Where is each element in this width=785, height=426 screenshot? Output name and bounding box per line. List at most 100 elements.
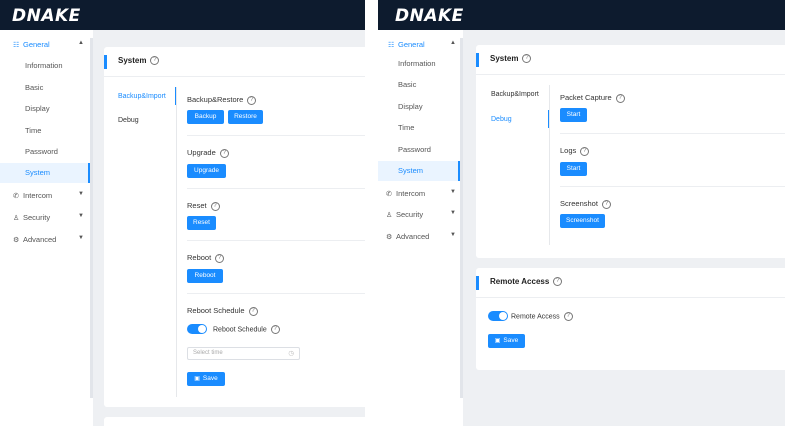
dnake-logo: DNAKE bbox=[395, 6, 464, 26]
chevron-down-icon: ▼ bbox=[450, 232, 456, 238]
question-circle-icon[interactable]: ? bbox=[219, 148, 229, 158]
page-title: System bbox=[118, 56, 147, 65]
system-card: System? Backup&Import Debug Packet Captu… bbox=[476, 45, 785, 258]
sidebar-group-general[interactable]: ☷ General bbox=[13, 40, 50, 49]
sidebar-scrollbar[interactable] bbox=[90, 38, 93, 398]
sidebar-item-system[interactable]: System bbox=[378, 161, 460, 181]
chevron-down-icon: ▼ bbox=[450, 189, 456, 195]
title-accent-bar bbox=[104, 55, 107, 69]
clock-icon: ◷ bbox=[288, 350, 294, 357]
question-circle-icon[interactable]: ? bbox=[215, 253, 225, 263]
packet-capture-title: Packet Capture bbox=[560, 93, 612, 102]
sidebar-group-intercom[interactable]: ✆ Intercom ▼ bbox=[386, 189, 456, 198]
grid-icon: ☷ bbox=[13, 42, 20, 49]
chevron-up-icon[interactable]: ▲ bbox=[78, 40, 84, 46]
sidebar-scrollbar[interactable] bbox=[460, 38, 463, 398]
tab-debug[interactable]: Debug bbox=[118, 117, 139, 124]
dnake-logo: DNAKE bbox=[12, 6, 81, 26]
reboot-schedule-title: Reboot Schedule bbox=[187, 306, 245, 315]
sidebar-item-time[interactable]: Time bbox=[378, 118, 460, 138]
right-screenshot-panel: DNAKE ☷ General ▲ Information Basic Displ… bbox=[378, 0, 785, 426]
sidebar-item-information[interactable]: Information bbox=[0, 56, 90, 76]
sidebar-item-basic[interactable]: Basic bbox=[0, 78, 90, 98]
title-accent-bar bbox=[476, 53, 479, 67]
question-circle-icon[interactable]: ? bbox=[563, 312, 573, 321]
chevron-down-icon: ▼ bbox=[78, 213, 84, 219]
sidebar-item-display[interactable]: Display bbox=[378, 97, 460, 117]
backup-restore-title: Backup&Restore bbox=[187, 95, 244, 104]
question-circle-icon[interactable]: ? bbox=[615, 93, 625, 103]
top-header: DNAKE bbox=[0, 0, 365, 30]
phone-icon: ✆ bbox=[13, 193, 19, 200]
question-circle-icon[interactable]: ? bbox=[248, 306, 258, 316]
upgrade-button[interactable]: Upgrade bbox=[187, 164, 226, 178]
remote-access-card: Remote Access? Remote Access? ▣ Save bbox=[476, 268, 785, 370]
sidebar: ☷ General ▲ Information Basic Display Tim… bbox=[378, 30, 463, 426]
user-shield-icon: ♙ bbox=[13, 215, 20, 222]
sidebar-group-advanced[interactable]: ⚙ Advanced ▼ bbox=[13, 235, 84, 244]
sidebar-item-information[interactable]: Information bbox=[378, 54, 460, 74]
sidebar-group-advanced[interactable]: ⚙ Advanced ▼ bbox=[386, 232, 456, 241]
tab-divider bbox=[549, 85, 550, 245]
gear-icon: ⚙ bbox=[386, 234, 393, 241]
logs-title: Logs bbox=[560, 146, 577, 155]
sidebar-group-general[interactable]: ☷ General bbox=[388, 40, 425, 49]
grid-icon: ☷ bbox=[388, 42, 395, 49]
select-time-input[interactable]: Select time ◷ bbox=[187, 347, 300, 360]
title-accent-bar bbox=[476, 276, 479, 290]
question-circle-icon[interactable]: ? bbox=[601, 199, 611, 209]
left-screenshot-panel: DNAKE ☷ General ▲ Information Basic Displ… bbox=[0, 0, 365, 426]
user-shield-icon: ♙ bbox=[386, 212, 393, 219]
tab-divider bbox=[176, 87, 177, 397]
reset-button[interactable]: Reset bbox=[187, 216, 216, 230]
question-circle-icon[interactable]: ? bbox=[270, 325, 280, 334]
save-button[interactable]: ▣ Save bbox=[187, 372, 225, 386]
sidebar-item-password[interactable]: Password bbox=[0, 142, 90, 162]
reboot-title: Reboot bbox=[187, 253, 212, 262]
sidebar-item-system[interactable]: System bbox=[0, 163, 90, 183]
save-button[interactable]: ▣ Save bbox=[488, 334, 525, 348]
remote-access-toggle-label: Remote Access bbox=[511, 313, 560, 321]
tab-backup-import[interactable]: Backup&Import bbox=[118, 93, 166, 100]
sidebar-item-time[interactable]: Time bbox=[0, 121, 90, 141]
next-card bbox=[104, 417, 365, 426]
question-circle-icon[interactable]: ? bbox=[150, 56, 160, 66]
top-header: DNAKE bbox=[378, 0, 785, 30]
question-circle-icon[interactable]: ? bbox=[247, 95, 257, 105]
system-card: System? Backup&Import Debug Backup&Resto… bbox=[104, 47, 365, 407]
logs-start-button[interactable]: Start bbox=[560, 162, 587, 176]
sidebar-group-security[interactable]: ♙ Security ▼ bbox=[13, 213, 84, 222]
question-circle-icon[interactable]: ? bbox=[210, 201, 220, 211]
sidebar-item-basic[interactable]: Basic bbox=[378, 75, 460, 95]
card-header: System? bbox=[104, 47, 365, 77]
reboot-schedule-toggle[interactable] bbox=[187, 324, 207, 334]
reset-title: Reset bbox=[187, 201, 207, 210]
phone-icon: ✆ bbox=[386, 191, 392, 198]
tab-debug[interactable]: Debug bbox=[491, 116, 512, 123]
sidebar-item-password[interactable]: Password bbox=[378, 140, 460, 160]
question-circle-icon[interactable]: ? bbox=[553, 277, 563, 287]
screenshot-title: Screenshot bbox=[560, 199, 598, 208]
remote-access-toggle[interactable] bbox=[488, 311, 508, 321]
sidebar-group-security[interactable]: ♙ Security ▼ bbox=[386, 210, 456, 219]
sidebar-group-intercom[interactable]: ✆ Intercom ▼ bbox=[13, 191, 84, 200]
reboot-button[interactable]: Reboot bbox=[187, 269, 223, 283]
screenshot-button[interactable]: Screenshot bbox=[560, 214, 605, 228]
sidebar: ☷ General ▲ Information Basic Display Tim… bbox=[0, 30, 93, 426]
card-header: System? bbox=[476, 45, 785, 75]
card-header: Remote Access? bbox=[476, 268, 785, 298]
restore-button[interactable]: Restore bbox=[228, 110, 263, 124]
upgrade-title: Upgrade bbox=[187, 148, 216, 157]
sidebar-item-display[interactable]: Display bbox=[0, 99, 90, 119]
page-title: System bbox=[490, 54, 519, 63]
save-icon: ▣ bbox=[194, 376, 200, 382]
chevron-up-icon[interactable]: ▲ bbox=[450, 40, 456, 46]
backup-button[interactable]: Backup bbox=[187, 110, 224, 124]
gear-icon: ⚙ bbox=[13, 237, 20, 244]
remote-access-title: Remote Access bbox=[490, 277, 550, 286]
tab-backup-import[interactable]: Backup&Import bbox=[491, 91, 539, 98]
question-circle-icon[interactable]: ? bbox=[522, 54, 532, 64]
packet-capture-start-button[interactable]: Start bbox=[560, 108, 587, 122]
question-circle-icon[interactable]: ? bbox=[580, 146, 590, 156]
chevron-down-icon: ▼ bbox=[78, 235, 84, 241]
